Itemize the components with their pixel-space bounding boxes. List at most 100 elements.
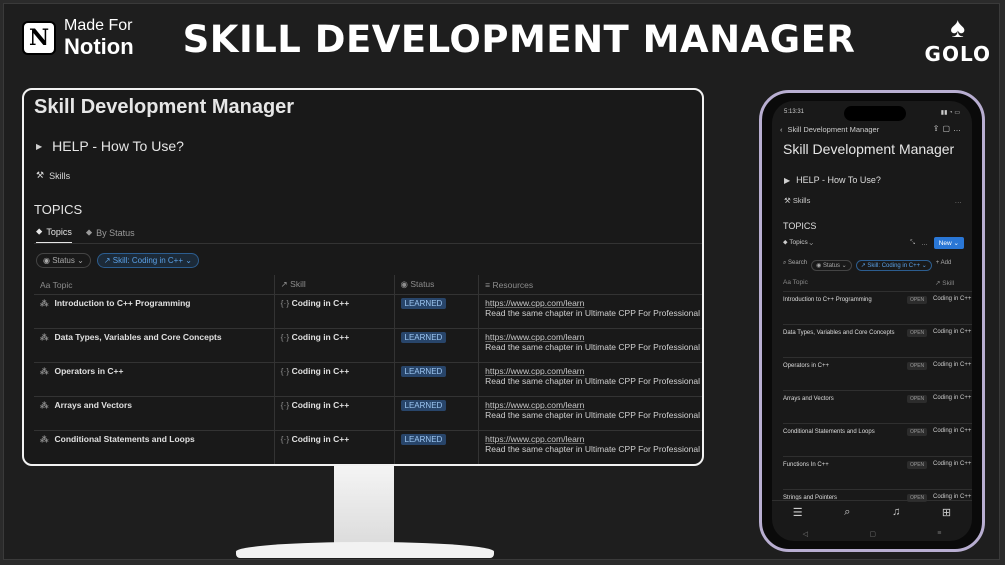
mobile-status-chip[interactable]: ◉ Status ⌄ (811, 260, 852, 271)
braces-icon: {·} (280, 434, 290, 444)
column-header-resources[interactable]: ≡ Resources (478, 275, 702, 295)
new-button[interactable]: New ⌄ (933, 237, 964, 249)
add-filter-button[interactable]: + Add (936, 260, 952, 271)
phone-screen: 5:13:31 ▮▮ ◔ ▭ ‹ Skill Development Manag… (772, 101, 972, 541)
comment-icon[interactable]: ▢ (942, 124, 953, 133)
page-title: Skill Development Manager (34, 96, 295, 118)
mobile-skill-relation[interactable]: Coding in C++ (933, 395, 971, 401)
mobile-skills-label: Skills (792, 196, 811, 205)
dynamic-island (844, 106, 906, 121)
more-icon[interactable]: … (921, 240, 928, 247)
mobile-topic-name: Functions In C++ (783, 462, 829, 468)
skills-link[interactable]: ⚒ Skills (36, 170, 70, 181)
home-nav-icon[interactable]: ▢ (869, 530, 876, 538)
status-filter-chip[interactable]: ◉ Status ⌄ (36, 253, 91, 268)
tag-icon: ⬥ (783, 239, 788, 246)
column-header-status[interactable]: ◉ Status (393, 275, 479, 295)
grid-icon: ⁂ (40, 298, 49, 308)
filter-bar: ◉ Status ⌄ ↗ Skill: Coding in C++ ⌄ (36, 253, 199, 268)
open-button[interactable]: OPEN (907, 329, 928, 337)
mobile-skill-relation[interactable]: Coding in C++ (933, 461, 971, 467)
resource-link[interactable]: https://www.cpp.com/learn (485, 366, 702, 376)
mobile-column-skill[interactable]: ↗ Skill (935, 279, 954, 287)
search-filter[interactable]: ⌕ Search (783, 260, 807, 271)
new-page-icon[interactable]: ⊞ (942, 506, 951, 519)
status-icons: ▮▮ ◔ ▭ (940, 110, 960, 116)
skill-filter-chip[interactable]: ↗ Skill: Coding in C++ ⌄ (96, 253, 199, 268)
search-icon[interactable]: ⌕ (844, 506, 850, 519)
resource-note: Read the same chapter in Ultimate CPP Fo… (485, 444, 704, 454)
skill-relation[interactable]: Coding in C++ (292, 434, 350, 444)
skill-relation[interactable]: Coding in C++ (292, 400, 350, 410)
resource-link[interactable]: https://www.cpp.com/learn (485, 332, 702, 342)
open-button[interactable]: OPEN (907, 395, 928, 403)
resource-link[interactable]: https://www.cpp.com/learn (485, 434, 702, 444)
table-row[interactable]: ⁂ Data Types, Variables and Core Concepts… (34, 328, 702, 363)
status-badge: LEARNED (400, 298, 447, 309)
mobile-skill-relation[interactable]: Coding in C++ (933, 428, 971, 434)
share-icon[interactable]: ⇪ (933, 124, 943, 133)
spade-icon: ♠ (950, 12, 966, 43)
text-type-icon: Aa (40, 279, 51, 290)
help-toggle[interactable]: ▶ HELP - How To Use? (36, 138, 184, 154)
mobile-phone: 5:13:31 ▮▮ ◔ ▭ ‹ Skill Development Manag… (759, 90, 985, 552)
mobile-tab-label: Topics (789, 239, 808, 246)
mobile-page-title: Skill Development Manager (783, 141, 955, 157)
back-icon[interactable]: ‹ (780, 125, 783, 134)
resource-link[interactable]: https://www.cpp.com/learn (485, 298, 702, 308)
list-item[interactable]: Data Types, Variables and Core Concepts O… (783, 324, 972, 357)
mobile-skills-link[interactable]: ⚒ Skills (784, 196, 810, 205)
bell-icon[interactable]: ♫ (892, 506, 900, 518)
open-button[interactable]: OPEN (907, 296, 928, 304)
mobile-skill-relation[interactable]: Coding in C++ (933, 296, 971, 302)
android-nav-bar: ◁ ▢ ≡ (772, 530, 972, 538)
mobile-skill-chip[interactable]: ↗ Skill: Coding in C++ ⌄ (855, 260, 932, 271)
open-button[interactable]: OPEN (907, 362, 928, 370)
column-header-skill[interactable]: ↗ Skill (273, 275, 395, 295)
back-nav-icon[interactable]: ◁ (803, 530, 808, 538)
resource-link[interactable]: https://www.cpp.com/learn (485, 400, 702, 410)
triangle-right-icon: ▶ (784, 175, 791, 185)
mobile-view-actions: ⤡ … New ⌄ (910, 237, 964, 249)
column-skill-label: Skill (290, 279, 306, 289)
table-row[interactable]: ⁂ Arrays and Vectors {·} Coding in C++ LE… (34, 396, 702, 431)
braces-icon: {·} (280, 332, 290, 342)
divider (34, 243, 702, 244)
list-item[interactable]: Conditional Statements and Loops OPEN Codi… (783, 423, 972, 456)
mobile-status-label: Status (822, 263, 840, 269)
table-row[interactable]: ⁂ Introduction to C++ Programming {·} Cod… (34, 294, 702, 329)
mobile-filter-bar: ⌕ Search ◉ Status ⌄ ↗ Skill: Coding in C… (783, 260, 951, 271)
view-tabs: ⬥ Topics ⬥ By Status (36, 226, 135, 244)
mobile-help-toggle[interactable]: ▶ HELP - How To Use? (784, 175, 881, 185)
tab-topics[interactable]: ⬥ Topics (36, 226, 72, 244)
expand-icon[interactable]: ⤡ (910, 239, 915, 247)
tab-by-status[interactable]: ⬥ By Status (86, 226, 135, 244)
monitor-stand-neck (334, 466, 394, 544)
new-button-label: New (938, 240, 952, 247)
recents-nav-icon[interactable]: ≡ (937, 530, 941, 538)
menu-icon[interactable]: ☰ (793, 506, 803, 519)
open-button[interactable]: OPEN (907, 428, 928, 436)
mobile-skill-relation[interactable]: Coding in C++ (933, 329, 971, 335)
table-row[interactable]: ⁂ Operators in C++ {·} Coding in C++ LEAR… (34, 362, 702, 397)
list-item[interactable]: Arrays and Vectors OPEN Coding in C++ (783, 390, 972, 423)
topic-name: Introduction to C++ Programming (54, 298, 191, 308)
desktop-monitor: Skill Development Manager ▶ HELP - How T… (22, 88, 704, 466)
column-status-label: Status (410, 279, 435, 289)
list-item[interactable]: Functions In C++ OPEN Coding in C++ (783, 456, 972, 489)
open-button[interactable]: OPEN (907, 461, 928, 469)
more-icon[interactable]: … (955, 196, 963, 205)
more-icon[interactable]: … (953, 124, 964, 133)
column-header-topic[interactable]: Aa Topic (34, 275, 275, 295)
list-item[interactable]: Operators in C++ OPEN Coding in C++ (783, 357, 972, 390)
mobile-tab-topics[interactable]: ⬥ Topics ⌄ (783, 239, 813, 247)
skill-relation[interactable]: Coding in C++ (292, 366, 350, 376)
mobile-column-topic[interactable]: Aa Topic (783, 279, 808, 286)
skill-relation[interactable]: Coding in C++ (292, 332, 350, 342)
topic-name: Operators in C++ (54, 366, 124, 376)
list-item[interactable]: Introduction to C++ Programming OPEN Codin… (783, 291, 972, 324)
relation-arrow-icon: ↗ (280, 279, 288, 289)
skill-relation[interactable]: Coding in C++ (292, 298, 350, 308)
table-row[interactable]: ⁂ Conditional Statements and Loops {·} Co… (34, 430, 704, 464)
mobile-skill-relation[interactable]: Coding in C++ (933, 362, 971, 368)
